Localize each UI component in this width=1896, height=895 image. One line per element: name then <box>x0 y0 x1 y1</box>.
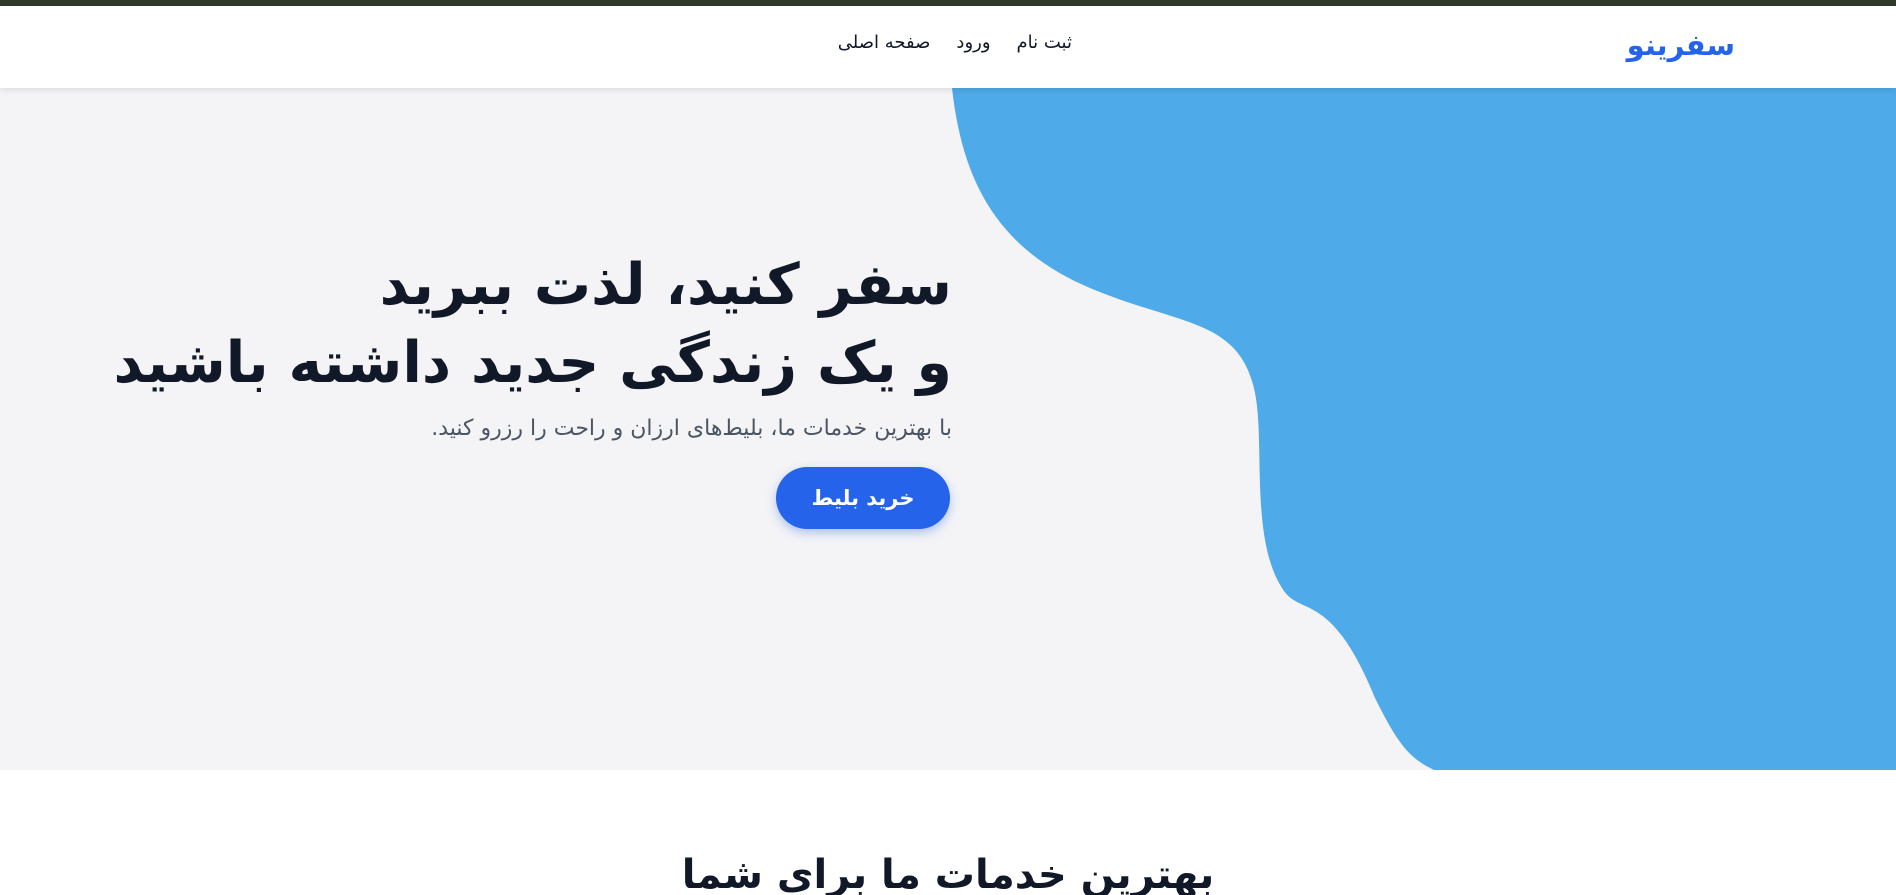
nav-link-home[interactable]: صفحه اصلی <box>838 32 931 53</box>
navbar: سفرینو صفحه اصلی ورود ثبت نام <box>0 6 1896 88</box>
nav-menu: صفحه اصلی ورود ثبت نام <box>838 32 1072 53</box>
hero-title-line-1: سفر کنید، لذت ببرید <box>379 252 952 318</box>
hero-subtitle: با بهترین خدمات ما، بلیط‌های ارزان و راح… <box>431 416 952 441</box>
hero-title-line-2: و یک زندگی جدید داشته باشید <box>113 330 952 396</box>
hero-content: سفر کنید، لذت ببرید و یک زندگی جدید داشت… <box>114 246 952 529</box>
services-section-title: بهترین خدمات ما برای شما <box>681 852 1215 895</box>
nav-link-login[interactable]: ورود <box>956 32 990 53</box>
hero-section: سفر کنید، لذت ببرید و یک زندگی جدید داشت… <box>0 88 1896 770</box>
hero-title: سفر کنید، لذت ببرید و یک زندگی جدید داشت… <box>114 246 952 402</box>
nav-link-register[interactable]: ثبت نام <box>1017 32 1072 53</box>
buy-ticket-button[interactable]: خرید بلیط <box>776 467 950 529</box>
brand-logo[interactable]: سفرینو <box>1627 28 1735 62</box>
